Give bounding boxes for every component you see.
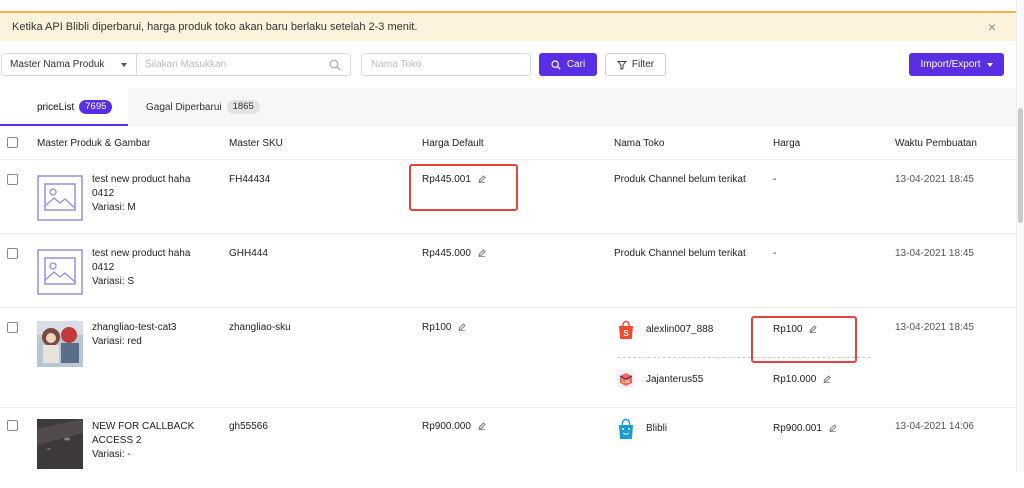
- shopee-icon: S: [619, 320, 633, 339]
- svg-text:S: S: [623, 329, 629, 338]
- chevron-down-icon: [986, 62, 993, 67]
- search-placeholder: Silakan Masukkan: [145, 59, 227, 70]
- tab-label: Gagal Diperbarui: [146, 101, 222, 113]
- edit-icon[interactable]: [458, 323, 467, 332]
- search-icon: [551, 59, 561, 70]
- filter-button-label: Filter: [631, 59, 655, 70]
- notice-banner: Ketika API Blibli diperbarui, harga prod…: [0, 11, 1016, 41]
- store-price: -: [773, 174, 777, 185]
- row-checkbox[interactable]: [7, 322, 18, 333]
- tab-bar: priceList 7695 Gagal Diperbarui 1865: [0, 88, 1016, 126]
- row-checkbox[interactable]: [7, 248, 18, 259]
- default-price: Rp900.000: [422, 420, 486, 434]
- count-badge: 7695: [79, 100, 113, 114]
- row-checkbox[interactable]: [7, 420, 18, 431]
- toolbar: Master Nama Produk Silakan Masukkan Nama…: [0, 53, 1016, 77]
- blibli-icon: [619, 418, 633, 439]
- store-placeholder: Nama Toko: [371, 59, 422, 70]
- created-date: 13-04-2021 18:45: [895, 174, 974, 185]
- search-input[interactable]: Silakan Masukkan: [136, 53, 351, 76]
- store-price: Rp900.001: [773, 422, 837, 436]
- store-name: Produk Channel belum terikat: [614, 174, 746, 185]
- lazada-icon: Laz: [617, 370, 635, 388]
- filter-button[interactable]: Filter: [605, 53, 666, 76]
- header-nama-toko: Nama Toko: [614, 138, 665, 149]
- close-icon[interactable]: ×: [988, 19, 996, 35]
- import-export-label: Import/Export: [920, 59, 981, 70]
- created-date: 13-04-2021 18:45: [895, 322, 974, 333]
- search-button[interactable]: Cari: [539, 53, 597, 76]
- header-produk: Master Produk & Gambar: [37, 138, 151, 149]
- store-price: Rp10.000: [773, 373, 831, 387]
- image-placeholder-icon: [37, 175, 83, 221]
- header-waktu: Waktu Pembuatan: [895, 138, 977, 149]
- product-image: [37, 321, 83, 367]
- table-header: Master Produk & Gambar Master SKU Harga …: [0, 126, 1016, 160]
- sku-value: gh55566: [229, 421, 268, 432]
- product-name: test new product haha 0412 Variasi: M: [92, 174, 191, 213]
- chevron-down-icon: [121, 63, 127, 67]
- filter-icon: [616, 60, 627, 70]
- created-date: 13-04-2021 18:45: [895, 248, 974, 259]
- product-name: zhangliao-test-cat3 Variasi: red: [92, 322, 177, 347]
- scrollbar[interactable]: [1016, 0, 1024, 472]
- store-name: alexlin007_888: [646, 324, 714, 335]
- sku-value: zhangliao-sku: [229, 322, 291, 333]
- image-placeholder-icon: [37, 249, 83, 295]
- default-price: Rp445.000: [422, 247, 486, 261]
- header-harga-default: Harga Default: [422, 138, 484, 149]
- search-field-select[interactable]: Master Nama Produk: [1, 53, 137, 76]
- header-harga: Harga: [773, 138, 801, 149]
- store-name: Jajanterus55: [646, 374, 704, 385]
- search-button-label: Cari: [566, 59, 586, 70]
- highlight-box: [751, 316, 857, 363]
- edit-icon[interactable]: [478, 249, 486, 258]
- store-price: -: [773, 248, 777, 259]
- highlight-box: [409, 164, 518, 211]
- store-name-input[interactable]: Nama Toko: [361, 53, 531, 76]
- select-all-checkbox[interactable]: [7, 137, 18, 148]
- svg-text:Laz: Laz: [622, 379, 631, 385]
- tab-gagal-diperbarui[interactable]: Gagal Diperbarui 1865: [146, 88, 276, 126]
- import-export-button[interactable]: Import/Export: [909, 53, 1004, 76]
- sku-value: GHH444: [229, 248, 268, 259]
- product-name: test new product haha 0412 Variasi: S: [92, 248, 191, 287]
- product-name: NEW FOR CALLBACK ACCESS 2 Variasi: -: [92, 421, 195, 460]
- table-row: zhangliao-test-cat3 Variasi: red zhanglia…: [0, 308, 1016, 408]
- select-value: Master Nama Produk: [10, 59, 105, 70]
- header-sku: Master SKU: [229, 138, 283, 149]
- edit-icon[interactable]: [823, 375, 831, 384]
- table-row: test new product haha 0412 Variasi: S GHH4…: [0, 234, 1016, 308]
- product-image: [37, 419, 83, 469]
- scrollbar-thumb[interactable]: [1018, 108, 1023, 223]
- tab-pricelist[interactable]: priceList 7695: [0, 88, 128, 126]
- row-checkbox[interactable]: [7, 174, 18, 185]
- tab-label: priceList: [37, 101, 75, 113]
- edit-icon[interactable]: [829, 424, 837, 433]
- notice-text: Ketika API Blibli diperbarui, harga prod…: [12, 21, 418, 33]
- store-name: Blibli: [646, 423, 668, 434]
- search-icon: [329, 59, 341, 71]
- sku-value: FH44434: [229, 174, 271, 185]
- table-row: NEW FOR CALLBACK ACCESS 2 Variasi: - gh555…: [0, 408, 1016, 488]
- created-date: 13-04-2021 14:06: [895, 421, 974, 432]
- default-price: Rp100: [422, 321, 467, 335]
- edit-icon[interactable]: [478, 422, 486, 431]
- count-badge: 1865: [226, 100, 260, 114]
- store-name: Produk Channel belum terikat: [614, 248, 746, 259]
